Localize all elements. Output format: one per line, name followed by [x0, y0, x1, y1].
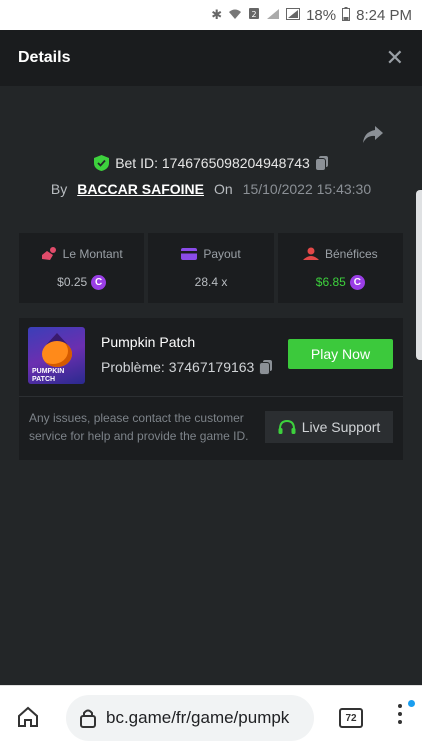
url-bar[interactable]: bc.game/fr/game/pumpk	[66, 695, 314, 741]
profit-icon	[302, 247, 319, 260]
problem-id: Problème: 37467179163	[101, 359, 255, 375]
share-icon[interactable]	[362, 125, 384, 145]
by-label: By	[50, 181, 68, 197]
copy-icon[interactable]	[260, 360, 273, 374]
thumbnail-caption: PUMPKIN PATCH	[32, 368, 65, 383]
modal-title: Details	[18, 49, 71, 66]
signal-icon-2	[286, 7, 301, 23]
headset-icon	[278, 419, 296, 434]
on-label: On	[213, 181, 233, 197]
live-support-label: Live Support	[301, 419, 381, 435]
bet-id-row: Bet ID: 1746765098204948743	[0, 155, 422, 171]
stat-profit-label: Bénéfices	[324, 246, 378, 261]
notification-dot	[408, 700, 415, 707]
bluetooth-icon: ✱	[211, 7, 223, 22]
close-icon[interactable]: ✕	[386, 45, 404, 71]
url-text: bc.game/fr/game/pumpk	[106, 708, 290, 727]
bet-id: Bet ID: 1746765098204948743	[115, 155, 310, 171]
stat-payout-label: Payout	[203, 247, 241, 261]
game-name[interactable]: Pumpkin Patch	[101, 334, 195, 350]
stat-profit-value: $6.85	[315, 275, 346, 289]
modal-header: Details ✕	[0, 30, 422, 86]
svg-text:2: 2	[252, 10, 257, 19]
pumpkin-icon	[42, 341, 72, 367]
stat-amount: Le Montant $0.25 C	[19, 233, 145, 303]
shield-check-icon	[94, 155, 110, 171]
tab-switcher[interactable]: 72	[339, 708, 363, 728]
live-support-button[interactable]: Live Support	[265, 411, 393, 443]
scrollbar[interactable]	[416, 190, 422, 360]
hand-coins-icon	[41, 246, 56, 260]
sim-icon: 2	[248, 7, 260, 23]
details-modal: Details ✕ Bet ID: 1746765098204948743 By…	[0, 30, 422, 685]
signal-icon	[266, 8, 280, 23]
browser-bar: bc.game/fr/game/pumpk 72	[0, 685, 422, 750]
stat-profit: Bénéfices $6.85 C	[277, 233, 403, 303]
divider	[19, 396, 403, 397]
lock-icon	[80, 709, 96, 728]
battery-icon	[342, 6, 351, 24]
play-now-button[interactable]: Play Now	[288, 339, 393, 369]
stats-panel: Le Montant $0.25 C Payout 28.4 x Bénéfic…	[19, 233, 403, 303]
coin-icon: C	[349, 274, 365, 290]
card-icon	[181, 248, 198, 260]
wifi-icon	[228, 8, 242, 23]
copy-icon[interactable]	[315, 156, 328, 170]
home-icon[interactable]	[16, 706, 40, 728]
support-text: Any issues, please contact the customer …	[29, 411, 249, 443]
stat-payout-value: 28.4 x	[194, 275, 228, 289]
more-menu-icon[interactable]	[398, 704, 402, 724]
coin-icon: C	[91, 274, 107, 290]
bet-author-row: By BACCAR SAFOINE On 15/10/2022 15:43:30	[0, 181, 422, 197]
game-card: PUMPKIN PATCH Pumpkin Patch Problème: 37…	[19, 318, 403, 460]
clock: 8:24 PM	[356, 6, 412, 24]
problem-row: Problème: 37467179163	[101, 359, 273, 375]
stat-amount-value: $0.25	[57, 275, 88, 289]
battery-percent: 18%	[306, 6, 337, 24]
stat-payout: Payout 28.4 x	[148, 233, 274, 303]
bet-date: 15/10/2022 15:43:30	[242, 181, 372, 197]
stat-amount-label: Le Montant	[62, 246, 123, 261]
game-thumbnail[interactable]: PUMPKIN PATCH	[28, 327, 85, 384]
status-bar: ✱ 2 18% 8:24 PM	[0, 0, 422, 30]
user-link[interactable]: BACCAR SAFOINE	[77, 181, 204, 197]
